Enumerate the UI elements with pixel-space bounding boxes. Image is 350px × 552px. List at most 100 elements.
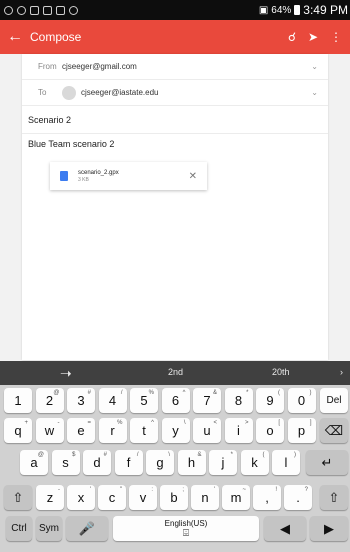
key-c[interactable]: c "	[98, 485, 126, 510]
suggestion-2nd[interactable]: 2nd	[168, 367, 183, 377]
key-label: k	[251, 455, 258, 470]
page-title: Compose	[30, 30, 82, 44]
key-q[interactable]: q +	[4, 418, 32, 443]
chevron-down-icon[interactable]: ⌄	[311, 62, 318, 71]
file-icon	[60, 171, 68, 181]
swipe-arrow-icon[interactable]: ➝	[60, 365, 72, 382]
from-row[interactable]: From cjseeger@gmail.com ⌄	[22, 54, 328, 80]
key-4[interactable]: 4/	[98, 388, 127, 413]
chevron-down-icon[interactable]: ⌄	[311, 88, 318, 97]
key-alt-label: !	[275, 487, 277, 493]
key-j[interactable]: j *	[209, 450, 237, 475]
key-3[interactable]: 3 #	[67, 388, 95, 413]
key-label: o	[266, 423, 274, 438]
key-alt-label: :	[151, 487, 153, 493]
key-alt-label: '	[213, 487, 215, 493]
status-bar: ▣ 64% 3:49 PM	[0, 0, 350, 20]
key-label: 6	[171, 393, 180, 408]
key-alt-label: >	[244, 420, 249, 426]
key-p[interactable]: p]	[287, 418, 316, 443]
key-alt-label: *	[246, 390, 249, 396]
key-alt-label: <	[213, 420, 217, 426]
key-8[interactable]: 8 *	[224, 388, 253, 413]
ctrl-key[interactable]: Ctrl	[6, 516, 32, 541]
more-menu-icon[interactable]: ⋮	[330, 30, 342, 44]
key-m[interactable]: m ~	[222, 485, 250, 510]
key-label: y	[172, 423, 179, 438]
key-l[interactable]: l)	[272, 450, 300, 475]
key-period[interactable]: .?	[284, 485, 312, 510]
body-field[interactable]: Blue Team scenario 2	[28, 139, 114, 149]
close-icon[interactable]: ✕	[189, 171, 197, 182]
subject-field[interactable]: Scenario 2	[22, 106, 328, 134]
key-u[interactable]: u <	[193, 418, 221, 443]
shift-icon-right[interactable]: ⇧	[320, 485, 348, 510]
compose-form: From cjseeger@gmail.com ⌄ To cjseeger@ia…	[22, 54, 328, 360]
key-label: z	[46, 490, 54, 505]
key-b[interactable]: b;	[160, 485, 188, 510]
key-w[interactable]: w-	[35, 418, 64, 443]
chevron-right-icon[interactable]: ›	[340, 367, 343, 377]
key-o[interactable]: o[	[256, 418, 284, 443]
send-icon[interactable]: ➤	[308, 30, 318, 44]
key-label: 5	[140, 393, 148, 408]
key-2[interactable]: 2 @	[35, 388, 64, 413]
key-7[interactable]: 7 &	[193, 388, 221, 413]
back-arrow-icon[interactable]: ←	[0, 20, 30, 54]
location-icon	[17, 5, 26, 15]
suggestion-20th[interactable]: 20th	[272, 367, 290, 377]
key-label: i	[237, 423, 240, 438]
right-arrow-key[interactable]: ▶	[310, 516, 348, 541]
key-alt-label: (	[278, 390, 280, 396]
key-comma[interactable]: ,!	[253, 485, 281, 510]
key-k[interactable]: k(	[240, 450, 269, 475]
key-label: c	[108, 490, 116, 505]
key-5[interactable]: 5%	[130, 388, 158, 413]
key-f[interactable]: f /	[114, 450, 143, 475]
key-s[interactable]: s $	[51, 450, 80, 475]
enter-icon[interactable]: ↵	[306, 450, 348, 475]
image-icon	[43, 5, 52, 15]
attachment-chip[interactable]: scenario_2.gpx 3 KB ✕	[50, 162, 207, 190]
key-t[interactable]: t ^	[130, 418, 158, 443]
avatar	[62, 85, 76, 100]
space-bar-icon: ⌹	[183, 527, 189, 539]
key-r[interactable]: r%	[98, 418, 127, 443]
key-6[interactable]: 6 ^	[161, 388, 190, 413]
key-1[interactable]: 1	[4, 388, 32, 413]
key-y[interactable]: y \	[161, 418, 190, 443]
key-x[interactable]: x '	[67, 485, 95, 510]
microphone-icon[interactable]: 🎤	[66, 516, 108, 541]
recipient-chip[interactable]: cjseeger@iastate.edu	[62, 85, 159, 100]
key-label: .	[296, 490, 300, 505]
key-i[interactable]: i >	[224, 418, 253, 443]
attach-icon[interactable]: ☌	[288, 30, 296, 44]
subject-text: Scenario 2	[28, 114, 72, 125]
key-a[interactable]: a @	[20, 450, 48, 475]
suggestion-bar: ➝ 2nd 20th ›	[0, 361, 350, 385]
on-screen-keyboard: ➝ 2nd 20th › 1 2 @3 #4/5% 6 ^ 7 & 8 * 9(0) Del q + w -…	[0, 361, 350, 552]
space-key[interactable]: English(US) ⌹	[113, 516, 259, 541]
key-0[interactable]: 0)	[287, 388, 316, 413]
left-arrow-key[interactable]: ◀	[264, 516, 306, 541]
key-g[interactable]: g \	[146, 450, 174, 475]
key-d[interactable]: d #	[83, 450, 111, 475]
delete-key[interactable]: Del	[320, 388, 348, 413]
key-9[interactable]: 9(	[256, 388, 284, 413]
key-alt-label: ]	[309, 420, 312, 426]
key-label: e	[77, 423, 85, 438]
key-z[interactable]: z-	[36, 485, 64, 510]
sym-key[interactable]: Sym	[36, 516, 62, 541]
key-alt-label: \	[168, 452, 170, 458]
key-alt-label: "	[119, 487, 122, 493]
attachment-size: 3 KB	[78, 176, 89, 183]
key-alt-label: -	[57, 420, 60, 426]
key-e[interactable]: e =	[67, 418, 95, 443]
key-label: x	[77, 490, 85, 505]
key-n[interactable]: n '	[191, 485, 219, 510]
shift-icon[interactable]: ⇧	[4, 485, 32, 510]
key-h[interactable]: h &	[177, 450, 206, 475]
key-v[interactable]: v:	[129, 485, 157, 510]
backspace-icon[interactable]: ⌫	[320, 418, 348, 443]
to-row[interactable]: To cjseeger@iastate.edu ⌄	[22, 80, 328, 106]
